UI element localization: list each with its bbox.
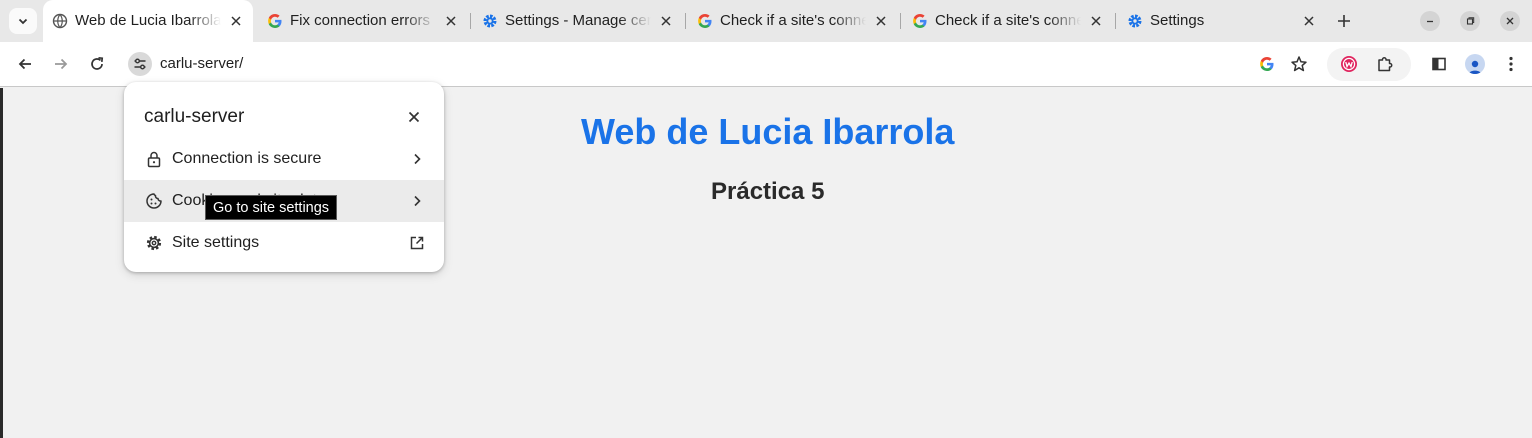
new-tab-button[interactable] <box>1334 11 1354 31</box>
tab-strip: Web de Lucia Ibarrola Fix connection err… <box>0 0 1532 42</box>
settings-gear-icon <box>482 13 498 29</box>
lock-icon <box>145 150 163 168</box>
chrome-menu-button[interactable] <box>1501 54 1521 74</box>
site-info-button[interactable] <box>128 52 152 76</box>
back-button[interactable] <box>15 54 35 74</box>
close-tab-icon[interactable] <box>873 13 889 29</box>
close-tab-icon[interactable] <box>443 13 459 29</box>
restore-button[interactable] <box>1460 11 1480 31</box>
tab-separator <box>470 13 471 29</box>
toolbar: carlu-server/ <box>0 42 1532 87</box>
connection-security-row[interactable]: Connection is secure <box>124 138 444 180</box>
close-tab-icon[interactable] <box>1301 13 1317 29</box>
reload-button[interactable] <box>87 54 107 74</box>
minimize-button[interactable] <box>1420 11 1440 31</box>
profile-avatar[interactable] <box>1465 54 1485 74</box>
page-subtitle: Práctica 5 <box>711 178 825 205</box>
popup-close-button[interactable] <box>405 108 423 126</box>
star-icon <box>1290 55 1308 73</box>
row-label: Site settings <box>172 234 260 251</box>
window-edge <box>0 88 3 438</box>
side-panel-button[interactable] <box>1429 54 1449 74</box>
cookie-icon <box>145 192 163 210</box>
extension-logo-icon <box>1340 55 1358 73</box>
popup-host-title: carlu-server <box>144 106 245 127</box>
arrow-right-icon <box>53 56 69 72</box>
tab-fix-connection-errors[interactable]: Fix connection errors <box>258 0 468 42</box>
tab-settings[interactable]: Settings <box>1118 0 1328 42</box>
open-in-new-icon <box>408 234 426 252</box>
close-tab-icon[interactable] <box>658 13 674 29</box>
site-info-popup: carlu-server Connection is secure Cookie… <box>124 82 444 272</box>
close-tab-icon[interactable] <box>1088 13 1104 29</box>
tab-check-site-connection[interactable]: Check if a site's connection is secure <box>688 0 898 42</box>
address-bar[interactable]: carlu-server/ <box>160 55 243 73</box>
tab-title: Settings <box>1150 12 1205 29</box>
row-label: Connection is secure <box>172 150 322 167</box>
google-icon <box>267 13 283 29</box>
close-icon <box>1505 16 1515 26</box>
more-vertical-icon <box>1509 56 1513 72</box>
globe-icon <box>52 13 68 29</box>
gear-icon <box>145 234 163 252</box>
tab-title: Check if a site's connection is secure <box>720 12 866 29</box>
close-window-button[interactable] <box>1500 11 1520 31</box>
close-tab-icon[interactable] <box>228 13 244 29</box>
site-settings-row[interactable]: Site settings <box>124 222 444 264</box>
extension-button[interactable] <box>1339 54 1359 74</box>
google-icon <box>697 13 713 29</box>
puzzle-icon <box>1376 55 1394 73</box>
arrow-left-icon <box>17 56 33 72</box>
tab-title: Web de Lucia Ibarrola <box>75 12 221 29</box>
minimize-icon <box>1425 16 1435 26</box>
tab-search-button[interactable] <box>9 8 37 34</box>
tooltip: Go to site settings <box>205 195 338 220</box>
reload-icon <box>89 56 105 72</box>
tab-title: Check if a site's connection is secure <box>935 12 1081 29</box>
person-icon <box>1467 58 1483 74</box>
chevron-right-icon <box>408 192 426 210</box>
side-panel-icon <box>1431 56 1447 72</box>
tab-separator <box>900 13 901 29</box>
forward-button[interactable] <box>51 54 71 74</box>
tab-title: Fix connection errors <box>290 12 431 29</box>
tab-settings-manage-certificates[interactable]: Settings - Manage certificates <box>473 0 683 42</box>
tab-title: Settings - Manage certificates <box>505 12 651 29</box>
tune-icon <box>133 57 147 71</box>
extensions-menu-button[interactable] <box>1375 54 1395 74</box>
google-icon <box>912 13 928 29</box>
settings-gear-icon <box>1127 13 1143 29</box>
restore-icon <box>1465 16 1475 26</box>
close-icon <box>408 111 420 123</box>
tab-web-de-lucia[interactable]: Web de Lucia Ibarrola <box>43 0 253 42</box>
tab-separator <box>1115 13 1116 29</box>
plus-icon <box>1337 14 1351 28</box>
google-lens-icon[interactable] <box>1259 56 1275 72</box>
chevron-right-icon <box>408 150 426 168</box>
chevron-down-icon <box>17 15 29 27</box>
tab-check-site-connection[interactable]: Check if a site's connection is secure <box>903 0 1113 42</box>
page-title: Web de Lucia Ibarrola <box>581 111 955 152</box>
bookmark-button[interactable] <box>1289 54 1309 74</box>
tab-separator <box>685 13 686 29</box>
